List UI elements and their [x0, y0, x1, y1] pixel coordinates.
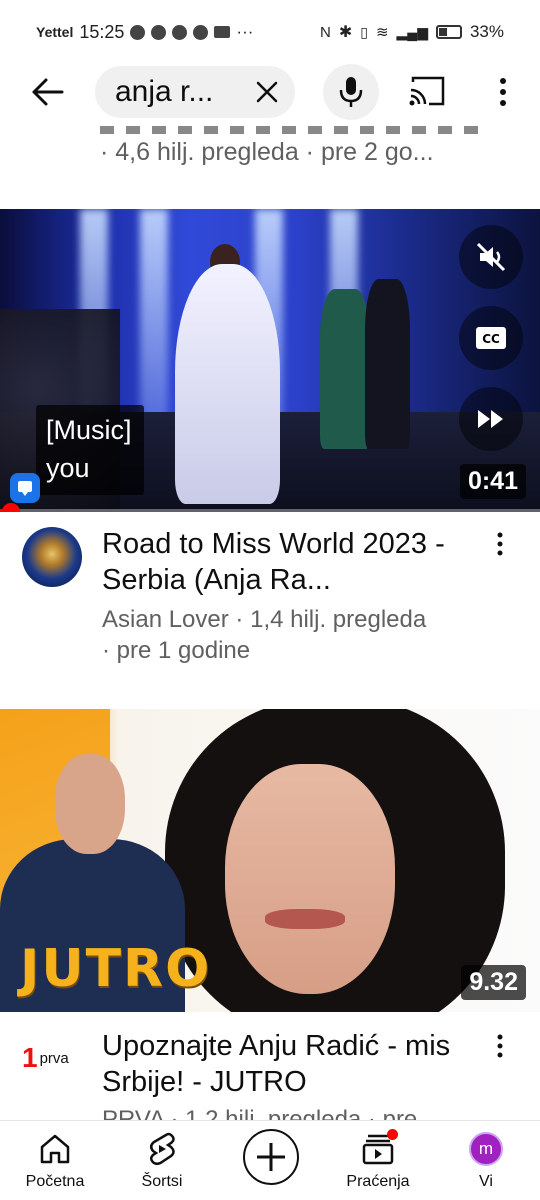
presenter-figure [320, 289, 370, 449]
channel-logo-word: prva [39, 1049, 69, 1067]
closed-caption-box: [Music] you [36, 405, 144, 495]
nav-home[interactable]: Početna [5, 1121, 105, 1200]
you-icon-wrap: m [468, 1131, 504, 1167]
chat-icon [151, 24, 167, 40]
video-thumbnail-2[interactable]: JUTRO 9.32 [0, 709, 540, 1012]
signal-icon: ▂▄▆ [396, 23, 428, 40]
nav-subscriptions[interactable]: Praćenja [328, 1121, 428, 1200]
back-button[interactable] [26, 70, 70, 114]
fast-forward-icon [478, 410, 503, 428]
more-vertical-icon [497, 532, 503, 556]
nav-shorts[interactable]: Šortsi [112, 1121, 212, 1200]
clock: 15:25 [79, 21, 125, 42]
upload-age: pre 1 godine [116, 637, 251, 664]
nfc-icon: N [319, 23, 331, 41]
partial-video-meta: · 4,6 hilj. pregleda · pre 2 go... [100, 138, 434, 166]
cast-button[interactable] [405, 72, 449, 112]
bluetooth-icon: ✱ [338, 24, 353, 41]
video-title-1[interactable]: Road to Miss World 2023 - Serbia (Anja R… [102, 526, 482, 598]
subscriptions-icon-wrap [360, 1129, 398, 1167]
nav-you-label: Vi [479, 1173, 493, 1190]
nav-subscriptions-label: Praćenja [346, 1173, 410, 1190]
cast-icon [409, 76, 445, 106]
chapters-icon [10, 473, 40, 503]
video-meta-2: PRVA · 1,2 hilj. pregleda · pre [102, 1106, 418, 1120]
nav-home-label: Početna [25, 1173, 85, 1190]
wifi-icon: ≋ [375, 24, 389, 41]
whatsapp-icon [130, 24, 146, 40]
create-button[interactable] [243, 1129, 299, 1185]
cc-icon: CC [476, 327, 506, 349]
meta-separator: · [102, 637, 117, 664]
status-bar: Yettel 15:25 ··· N ✱ ▯ ≋ ▂▄▆ 33% [0, 0, 540, 64]
video-duration-2: 9.32 [461, 965, 526, 1000]
clear-search-button[interactable] [253, 78, 281, 106]
caption-line-2: you [46, 453, 90, 483]
video-duration-1: 0:41 [459, 464, 526, 499]
mail-icon [214, 26, 231, 38]
channel-logo-number: 1 [22, 1042, 38, 1073]
video-info-1[interactable]: Road to Miss World 2023 - Serbia (Anja R… [0, 512, 540, 702]
meta-separator: · [235, 606, 251, 633]
contestant-gown [175, 264, 280, 504]
view-count: 1,4 hilj. pregleda [250, 606, 427, 633]
presenter-figure [365, 279, 410, 449]
shorts-icon [150, 1132, 175, 1166]
channel-name[interactable]: Asian Lover [102, 606, 229, 633]
more-options-button[interactable] [488, 72, 518, 112]
voice-search-button[interactable] [323, 64, 379, 120]
nav-shorts-label: Šortsi [141, 1173, 183, 1190]
messenger-icon [172, 24, 188, 40]
captions-button[interactable]: CC [459, 306, 523, 370]
close-icon [256, 81, 278, 103]
facebook-icon [193, 24, 209, 40]
search-app-bar: anja r... [0, 64, 540, 120]
video-info-2[interactable]: 1 prva Upoznajte Anju Radić - mis Srbije… [0, 1012, 540, 1120]
home-icon [40, 1134, 70, 1164]
battery-icon [435, 25, 462, 39]
nav-you[interactable]: m Vi [436, 1121, 536, 1200]
caption-line-1: [Music] [46, 415, 132, 445]
skip-forward-button[interactable] [459, 387, 523, 451]
host-head [55, 754, 125, 854]
partial-title-cutoff [100, 126, 480, 134]
channel-avatar[interactable] [22, 527, 82, 587]
more-vertical-icon [497, 1034, 503, 1058]
microphone-icon [339, 77, 363, 107]
video-title-2[interactable]: Upoznajte Anju Radić - mis Srbije! - JUT… [102, 1028, 482, 1100]
show-logo-text: JUTRO [20, 939, 212, 999]
mute-button[interactable] [459, 225, 523, 289]
search-field[interactable]: anja r... [95, 66, 295, 118]
woman-face [225, 764, 395, 994]
video-thumbnail-1[interactable]: CC [Music] you 0:41 [0, 209, 540, 512]
new-content-dot [387, 1129, 398, 1140]
video-menu-button-1[interactable] [488, 528, 512, 564]
video-meta-1: Asian Lover · 1,4 hilj. pregleda · pre 1… [102, 604, 502, 666]
svg-text:CC: CC [482, 332, 500, 346]
vibrate-icon: ▯ [360, 23, 368, 40]
channel-avatar[interactable]: 1 prva [22, 1038, 82, 1078]
battery-percent: 33% [469, 22, 504, 41]
plus-icon [257, 1143, 285, 1171]
woman-smile [265, 909, 345, 929]
profile-avatar: m [469, 1132, 503, 1166]
more-notifications-icon: ··· [236, 22, 254, 41]
more-vertical-icon [500, 78, 506, 106]
search-query: anja r... [115, 75, 214, 108]
carrier-label: Yettel [36, 24, 74, 40]
arrow-left-icon [32, 78, 64, 106]
muted-speaker-icon [476, 242, 506, 272]
video-menu-button-2[interactable] [488, 1030, 512, 1066]
bottom-navigation: Početna Šortsi Praćenja m Vi [0, 1120, 540, 1200]
